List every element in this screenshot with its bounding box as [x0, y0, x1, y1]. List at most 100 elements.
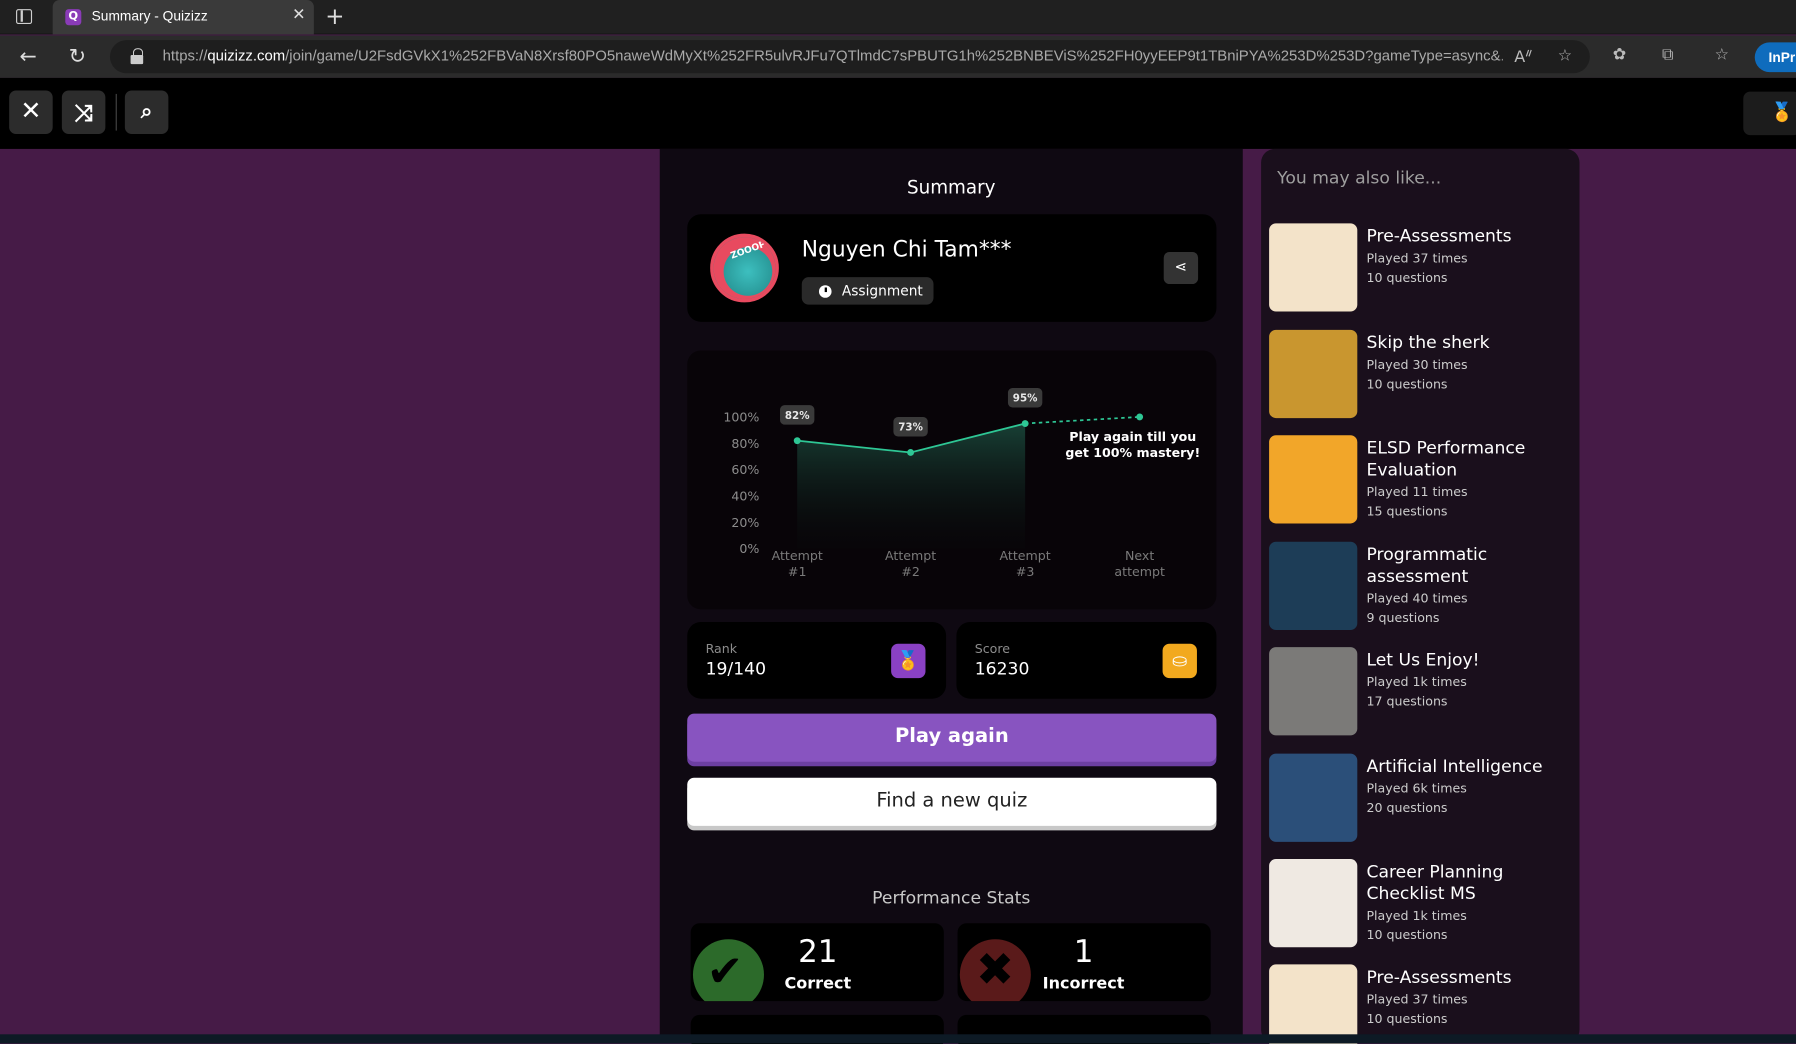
quiz-played-count: Played 1k times	[1366, 674, 1467, 690]
lock-icon	[130, 48, 144, 65]
y-tick-label: 80%	[731, 436, 759, 451]
data-point	[907, 449, 915, 456]
quiz-thumbnail	[1269, 753, 1358, 842]
share-button[interactable]: ⋖	[1163, 251, 1199, 285]
data-label: 82%	[785, 410, 810, 422]
quiz-title: Programmatic assessment	[1366, 544, 1488, 587]
correct-count: 21	[798, 934, 838, 971]
url-field[interactable]: https://quizizz.com/join/game/U2FsdGVkX1…	[109, 40, 1590, 74]
clock-icon	[818, 285, 832, 298]
read-aloud-icon[interactable]: Aᐥ	[1514, 48, 1532, 66]
quiz-thumbnail	[1269, 964, 1358, 1044]
quiz-title: Career Planning Checklist MS	[1366, 861, 1504, 904]
page-title: Summary	[906, 176, 996, 199]
mastery-annotation-line2: get 100% mastery!	[1065, 445, 1200, 460]
quiz-top-bar: ✕ ⤨ ⌕ 🏅	[0, 77, 1796, 149]
quiz-thumbnail	[1269, 329, 1358, 419]
recommended-quiz-item[interactable]: Pre-Assessments Played 37 times 10 questio…	[1269, 964, 1578, 1044]
mastery-chart: 100% 80% 60% 40% 20% 0% 82% 73% 95% Attempt #1 Atte…	[687, 350, 1217, 610]
quiz-title: Artificial Intelligence	[1366, 755, 1543, 777]
browser-tab[interactable]: Q Summary - Quizizz ✕	[52, 0, 314, 35]
assignment-badge: Assignment	[801, 277, 934, 305]
projected-line	[1025, 416, 1140, 425]
y-tick-label: 0%	[739, 541, 759, 556]
divider	[115, 93, 117, 131]
rank-badge-button[interactable]: 🏅	[1743, 91, 1796, 136]
recommended-quiz-item[interactable]: ELSD Performance Evaluation Played 11 tim…	[1269, 435, 1578, 527]
quiz-question-count: 15 questions	[1366, 503, 1448, 519]
extensions-icon[interactable]: ⧉	[1662, 46, 1673, 64]
score-value: 16230	[974, 658, 1030, 680]
quiz-title: Pre-Assessments	[1366, 225, 1512, 247]
close-tab-icon[interactable]: ✕	[292, 6, 305, 24]
quiz-played-count: Played 37 times	[1366, 250, 1468, 266]
taskbar-edge	[0, 1034, 1796, 1044]
quizizz-favicon-icon: Q	[65, 9, 82, 26]
quiz-thumbnail	[1269, 647, 1358, 736]
play-again-button[interactable]: Play again	[687, 713, 1217, 762]
check-icon: ✔	[692, 939, 764, 1002]
score-card: Score 16230 ⛀	[956, 621, 1217, 699]
rank-label: Rank	[705, 641, 738, 657]
x-tick-label: Attempt #3	[1000, 548, 1051, 579]
quiz-title: Pre-Assessments	[1366, 966, 1512, 988]
quiz-question-count: 17 questions	[1366, 694, 1448, 710]
favorite-star-icon[interactable]: ☆	[1558, 47, 1572, 65]
quiz-played-count: Played 30 times	[1366, 357, 1468, 373]
recommended-quiz-item[interactable]: Skip the sherk Played 30 times 10 question…	[1269, 329, 1578, 422]
incorrect-count: 1	[1073, 934, 1094, 971]
inprivate-badge[interactable]: InPri	[1754, 42, 1796, 73]
mastery-annotation-line1: Play again till you	[1069, 429, 1196, 444]
medal-icon: 🏅	[891, 643, 926, 679]
quiz-question-count: 9 questions	[1366, 610, 1440, 626]
zoom-icon[interactable]: ⌕	[124, 90, 169, 135]
series-area	[797, 423, 1026, 549]
coins-icon: ⛀	[1162, 643, 1197, 679]
recommended-quiz-item[interactable]: Artificial Intelligence Played 6k times 20…	[1269, 753, 1578, 846]
performance-stats-title: Performance Stats	[872, 887, 1031, 909]
x-tick-label: Attempt #2	[885, 548, 936, 579]
recommended-quiz-item[interactable]: Let Us Enjoy! Played 1k times 17 questions	[1269, 647, 1578, 739]
incorrect-label: Incorrect	[1042, 974, 1125, 994]
quiz-played-count: Played 11 times	[1366, 484, 1468, 500]
tab-title: Summary - Quizizz	[91, 8, 208, 25]
data-label: 73%	[898, 422, 923, 434]
quiz-title: Let Us Enjoy!	[1366, 649, 1480, 671]
summary-panel: Summary ZOOOP! Nguyen Chi Tam*** Assignm…	[659, 148, 1243, 1044]
assignment-label: Assignment	[841, 282, 923, 299]
find-new-quiz-button[interactable]: Find a new quiz	[687, 777, 1217, 826]
projected-point	[1136, 413, 1144, 421]
x-tick-label: Attempt #1	[772, 548, 823, 579]
recommended-quiz-item[interactable]: Programmatic assessment Played 40 times 9 …	[1269, 541, 1578, 634]
cross-icon: ✖	[959, 939, 1031, 1002]
y-tick-label: 40%	[731, 489, 759, 504]
rank-value: 19/140	[705, 658, 767, 680]
address-bar-row: ← ↻ https://quizizz.com/join/game/U2FsdG…	[0, 35, 1796, 78]
quiz-played-count: Played 37 times	[1366, 991, 1468, 1007]
reload-icon[interactable]: ↻	[69, 45, 86, 69]
score-label: Score	[974, 641, 1011, 657]
sidebar-toggle-icon[interactable]	[16, 9, 33, 25]
mastery-chart-svg: 100% 80% 60% 40% 20% 0% 82% 73% 95% Attempt #1 Atte…	[723, 388, 1200, 579]
quiz-question-count: 20 questions	[1366, 800, 1448, 816]
quiz-title: Skip the sherk	[1366, 332, 1490, 353]
y-tick-label: 60%	[731, 462, 759, 477]
close-quiz-button[interactable]: ✕	[9, 90, 53, 135]
recommendations-panel: You may also like... Pre-Assessments Play…	[1261, 148, 1580, 1044]
share-icon: ⋖	[1174, 258, 1188, 277]
quiz-thumbnail	[1269, 223, 1358, 312]
back-icon[interactable]: ←	[19, 45, 36, 69]
avatar: ZOOOP!	[710, 233, 779, 303]
correct-stat: ✔ 21 Correct	[690, 923, 944, 1002]
recommended-quiz-item[interactable]: Career Planning Checklist MS Played 1k ti…	[1269, 859, 1578, 951]
quiz-question-count: 10 questions	[1366, 1011, 1448, 1027]
cookie-icon[interactable]: ✿	[1613, 46, 1626, 64]
player-name: Nguyen Chi Tam***	[801, 237, 1012, 263]
quiz-played-count: Played 1k times	[1366, 908, 1467, 924]
shuffle-icon[interactable]: ⤨	[61, 90, 106, 135]
favorites-icon[interactable]: ☆	[1715, 46, 1729, 64]
data-point	[793, 437, 801, 445]
recommended-quiz-item[interactable]: Pre-Assessments Played 37 times 10 questio…	[1269, 223, 1578, 315]
new-tab-icon[interactable]: +	[325, 2, 344, 29]
quiz-question-count: 10 questions	[1366, 270, 1448, 286]
